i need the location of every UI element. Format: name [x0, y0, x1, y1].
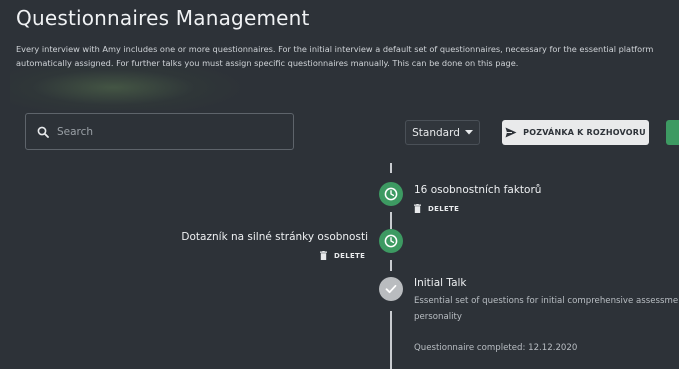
intro-line-2: automatically assigned. For further talk… — [16, 58, 519, 68]
trash-icon — [320, 251, 327, 260]
questionnaire-name: 16 osobnostních faktorů — [414, 184, 542, 196]
search-box[interactable] — [25, 113, 294, 150]
timeline-connector — [390, 311, 392, 369]
invite-button-label: POZVÁNKA K ROZHOVORU — [523, 128, 646, 137]
add-button-partial[interactable] — [666, 120, 679, 145]
questionnaire-set-select[interactable]: Standard — [405, 120, 480, 145]
questionnaire-name: Dotazník na silné stránky osobnosti — [181, 231, 368, 243]
trash-icon — [414, 204, 421, 213]
timeline-node-pending — [379, 182, 403, 206]
timeline-connector — [390, 260, 392, 271]
timeline-node-completed — [379, 277, 403, 301]
intro-line-1: Every interview with Amy includes one or… — [16, 44, 654, 54]
send-icon — [505, 127, 517, 138]
caret-down-icon — [464, 130, 473, 135]
delete-button[interactable]: DELETE — [320, 251, 365, 260]
intro-text: Every interview with Amy includes one or… — [16, 42, 679, 70]
timeline-connector — [390, 212, 392, 229]
description-line-2: personality — [414, 312, 462, 322]
completion-date: Questionnaire completed: 12.12.2020 — [414, 343, 578, 353]
timeline-node-pending — [379, 229, 403, 253]
questionnaire-description: Essential set of questions for initial c… — [414, 293, 678, 325]
invite-button[interactable]: POZVÁNKA K ROZHOVORU — [502, 120, 649, 145]
delete-label: DELETE — [334, 251, 366, 260]
clock-icon — [384, 234, 398, 248]
clock-icon — [384, 187, 398, 201]
search-input[interactable] — [57, 125, 293, 138]
timeline-connector — [390, 163, 392, 173]
description-line-1: Essential set of questions for initial c… — [414, 296, 679, 306]
search-icon — [37, 126, 49, 138]
delete-button[interactable]: DELETE — [414, 204, 459, 213]
questionnaire-name: Initial Talk — [414, 277, 467, 289]
select-value: Standard — [412, 126, 460, 139]
check-icon — [385, 284, 397, 294]
delete-label: DELETE — [428, 204, 460, 213]
page-title: Questionnaires Management — [16, 6, 310, 30]
